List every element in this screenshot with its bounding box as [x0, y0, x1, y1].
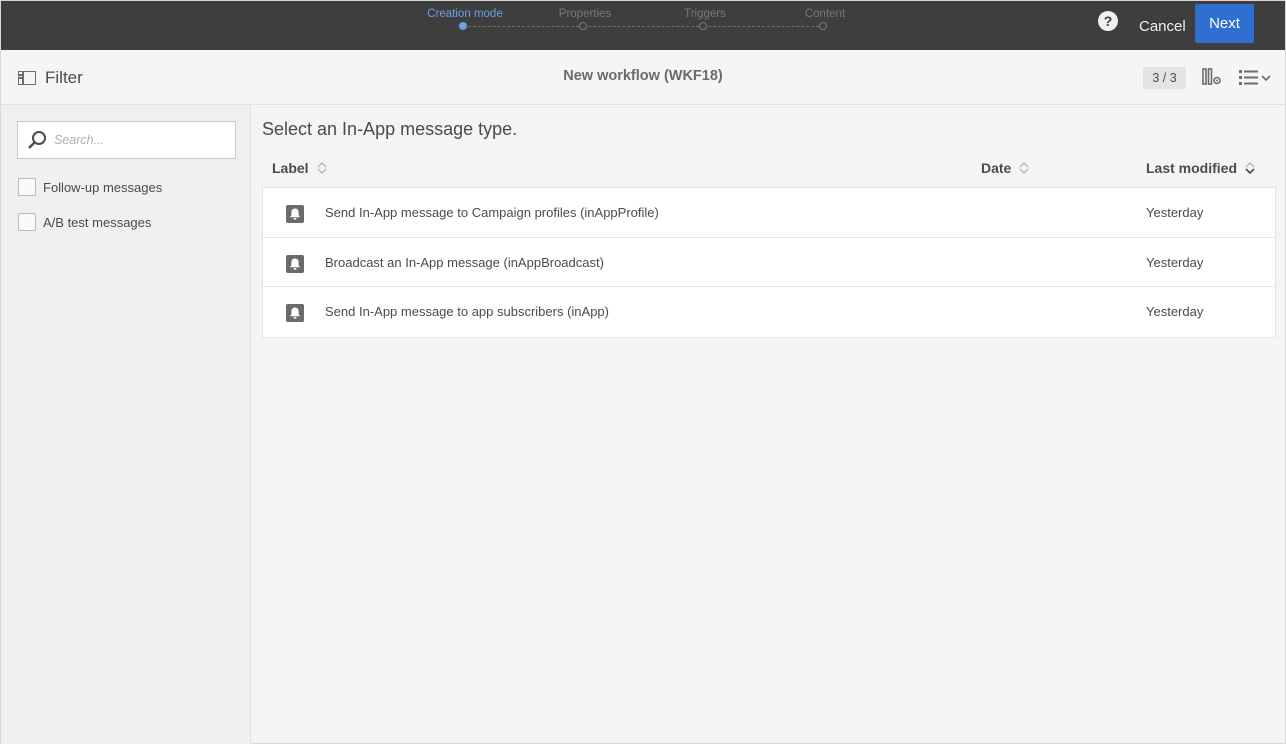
column-header-label[interactable]: Label	[272, 157, 327, 179]
table-row[interactable]: Send In-App message to app subscribers (…	[263, 287, 1275, 337]
cancel-button[interactable]: Cancel	[1129, 13, 1196, 41]
search-input[interactable]	[54, 123, 229, 157]
row-last-modified: Yesterday	[1146, 304, 1204, 319]
filter-ab-test-messages[interactable]: A/B test messages	[18, 212, 151, 232]
sort-desc-icon	[1245, 162, 1255, 175]
column-title: Date	[981, 160, 1012, 176]
message-type-table: Send In-App message to Campaign profiles…	[262, 187, 1276, 338]
column-title: Label	[272, 160, 309, 176]
sort-icon	[1019, 162, 1029, 174]
checkbox-label: Follow-up messages	[43, 179, 163, 195]
row-label: Send In-App message to Campaign profiles…	[325, 205, 659, 220]
step-creation-mode[interactable]: Creation mode	[427, 8, 502, 20]
column-header-date[interactable]: Date	[981, 157, 1029, 179]
next-button[interactable]: Next	[1195, 4, 1254, 43]
help-icon[interactable]: ?	[1098, 11, 1118, 31]
table-row[interactable]: Broadcast an In-App message (inAppBroadc…	[263, 238, 1275, 287]
step-connector	[468, 26, 579, 27]
row-last-modified: Yesterday	[1146, 205, 1204, 220]
count-badge: 3 / 3	[1143, 67, 1186, 89]
workflow-stepper: Creation mode Properties Triggers Conten…	[1, 1, 1285, 50]
checkbox[interactable]	[18, 178, 36, 196]
step-dot-creation-mode	[459, 22, 467, 30]
page-header: Filter New workflow (WKF18) 3 / 3	[1, 50, 1285, 105]
bell-icon	[286, 254, 304, 273]
content-title: Select an In-App message type.	[262, 119, 518, 139]
column-title: Last modified	[1146, 160, 1238, 176]
checkbox[interactable]	[18, 213, 36, 231]
column-settings-icon[interactable]	[1202, 68, 1222, 86]
table-row[interactable]: Send In-App message to Campaign profiles…	[263, 188, 1275, 238]
step-content[interactable]: Content	[805, 8, 845, 20]
step-triggers[interactable]: Triggers	[684, 8, 726, 20]
step-properties[interactable]: Properties	[559, 8, 611, 20]
row-label: Send In-App message to app subscribers (…	[325, 304, 609, 319]
row-last-modified: Yesterday	[1146, 254, 1204, 270]
sort-icon	[317, 162, 327, 174]
bell-icon	[286, 205, 304, 223]
step-dot-properties	[579, 22, 587, 30]
row-label: Broadcast an In-App message (inAppBroadc…	[325, 254, 604, 270]
bell-icon	[286, 304, 304, 322]
top-bar: Creation mode Properties Triggers Conten…	[1, 1, 1285, 50]
checkbox-label: A/B test messages	[43, 214, 152, 230]
search-box	[17, 121, 236, 159]
page-title: New workflow (WKF18)	[563, 68, 723, 84]
list-view-icon[interactable]	[1238, 69, 1272, 87]
step-connector	[588, 26, 699, 27]
step-connector	[708, 26, 819, 27]
step-dot-content	[819, 22, 827, 30]
search-icon	[28, 131, 46, 149]
step-dot-triggers	[699, 22, 707, 30]
column-header-last-modified[interactable]: Last modified	[1146, 157, 1255, 179]
filter-follow-up-messages[interactable]: Follow-up messages	[18, 177, 162, 197]
filter-panel: Follow-up messages A/B test messages	[1, 105, 251, 744]
table-header: Label Date Last modified	[262, 157, 1276, 181]
